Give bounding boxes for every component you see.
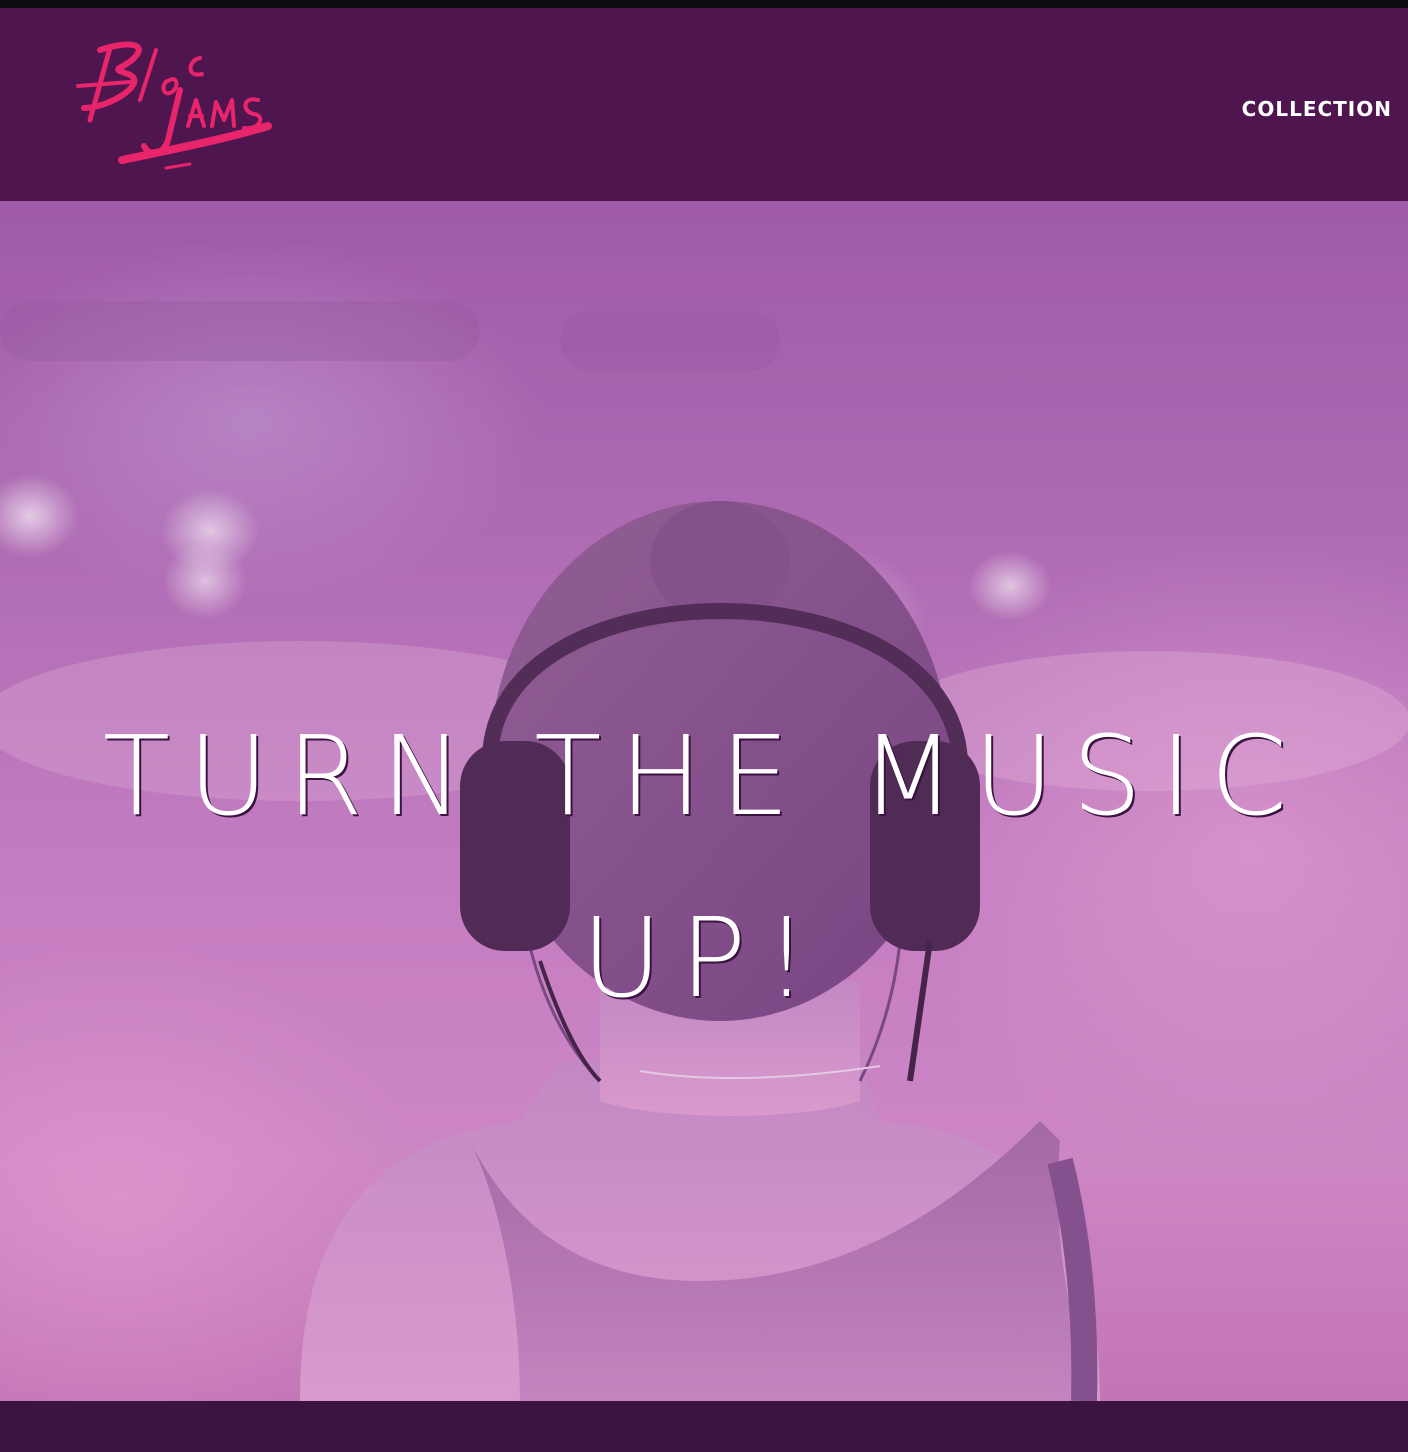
top-border: [0, 0, 1408, 8]
bloc-jams-logo[interactable]: [70, 30, 280, 180]
navbar: COLLECTION: [0, 8, 1408, 201]
hero-headline-line-2: UP!: [581, 893, 827, 1022]
logo-script-icon: [76, 41, 272, 170]
hero-headline-line-1: TURN THE MUSIC: [102, 711, 1306, 840]
nav-link-collection[interactable]: COLLECTION: [1242, 97, 1392, 121]
hero-headline: TURN THE MUSIC UP!: [0, 685, 1408, 1049]
hero-section: TURN THE MUSIC UP!: [0, 201, 1408, 1401]
footer-bar: [0, 1401, 1408, 1452]
